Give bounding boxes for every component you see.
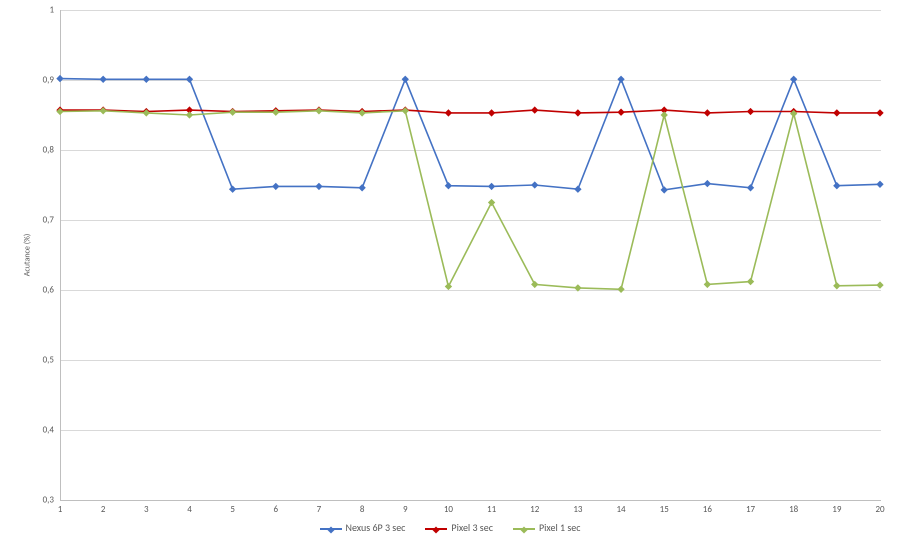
data-marker: [575, 285, 581, 291]
data-marker: [489, 200, 495, 206]
x-tick-label: 11: [487, 504, 496, 515]
series-line: [60, 110, 880, 113]
y-tick-label: 0,3: [43, 495, 54, 506]
series-line: [60, 111, 880, 289]
y-tick-label: 0,5: [43, 355, 54, 366]
legend: Nexus 6P 3 sec Pixel 3 sec Pixel 1 sec: [0, 521, 900, 534]
legend-label: Pixel 1 sec: [539, 521, 581, 534]
data-marker: [705, 181, 711, 187]
x-tick-label: 1: [58, 504, 63, 515]
x-tick-label: 20: [875, 504, 884, 515]
x-tick-label: 19: [832, 504, 841, 515]
legend-swatch: [320, 528, 342, 530]
x-tick-label: 14: [616, 504, 625, 515]
legend-label: Nexus 6P 3 sec: [346, 521, 406, 534]
y-axis-label: Acutance (%): [22, 234, 32, 277]
y-tick-label: 0,8: [43, 145, 54, 156]
data-marker: [618, 109, 624, 115]
data-marker: [187, 76, 193, 82]
data-marker: [661, 187, 667, 193]
legend-item: Nexus 6P 3 sec: [320, 521, 406, 534]
data-marker: [705, 110, 711, 116]
data-marker: [402, 76, 408, 82]
data-marker: [575, 186, 581, 192]
data-marker: [316, 184, 322, 190]
y-tick-label: 0,7: [43, 215, 54, 226]
data-marker: [834, 110, 840, 116]
data-marker: [748, 109, 754, 115]
x-tick-label: 6: [274, 504, 279, 515]
data-marker: [748, 185, 754, 191]
y-tick-label: 1: [49, 5, 54, 16]
data-marker: [57, 76, 63, 82]
legend-swatch: [425, 528, 447, 530]
y-tick-label: 0,4: [43, 425, 54, 436]
x-tick-label: 18: [789, 504, 798, 515]
data-marker: [532, 282, 538, 288]
data-marker: [791, 76, 797, 82]
legend-label: Pixel 3 sec: [451, 521, 493, 534]
x-tick-label: 7: [317, 504, 322, 515]
data-marker: [359, 185, 365, 191]
legend-item: Pixel 1 sec: [513, 521, 581, 534]
chart-lines: [60, 10, 880, 500]
data-marker: [748, 279, 754, 285]
x-tick-label: 4: [187, 504, 192, 515]
series-line: [60, 79, 880, 190]
x-tick-label: 10: [444, 504, 453, 515]
data-marker: [877, 181, 883, 187]
legend-swatch: [513, 528, 535, 530]
data-marker: [230, 186, 236, 192]
data-marker: [187, 112, 193, 118]
x-tick-label: 12: [530, 504, 539, 515]
data-marker: [273, 184, 279, 190]
data-marker: [618, 76, 624, 82]
data-marker: [618, 286, 624, 292]
x-tick-label: 17: [746, 504, 755, 515]
data-marker: [877, 282, 883, 288]
y-tick-label: 0,6: [43, 285, 54, 296]
x-tick-label: 5: [230, 504, 235, 515]
x-tick-label: 3: [144, 504, 149, 515]
x-tick-label: 15: [660, 504, 669, 515]
data-marker: [446, 110, 452, 116]
data-marker: [575, 110, 581, 116]
data-marker: [489, 184, 495, 190]
data-marker: [446, 284, 452, 290]
y-tick-label: 0,9: [43, 75, 54, 86]
data-marker: [834, 183, 840, 189]
data-marker: [877, 110, 883, 116]
data-marker: [705, 282, 711, 288]
x-tick-label: 2: [101, 504, 106, 515]
data-marker: [489, 110, 495, 116]
data-marker: [834, 283, 840, 289]
data-marker: [532, 107, 538, 113]
data-marker: [100, 76, 106, 82]
legend-item: Pixel 3 sec: [425, 521, 493, 534]
chart: Acutance (%) 0,30,40,50,60,70,80,91 1234…: [0, 0, 900, 536]
data-marker: [446, 183, 452, 189]
x-tick-label: 16: [703, 504, 712, 515]
x-tick-label: 9: [403, 504, 408, 515]
data-marker: [143, 76, 149, 82]
data-marker: [661, 112, 667, 118]
data-marker: [532, 182, 538, 188]
x-tick-label: 13: [573, 504, 582, 515]
x-tick-label: 8: [360, 504, 365, 515]
